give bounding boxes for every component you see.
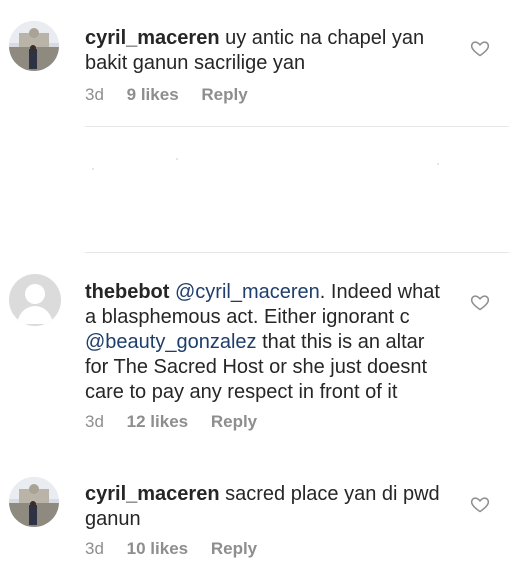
divider-speck bbox=[92, 168, 94, 170]
comment-likes[interactable]: 12 likes bbox=[127, 412, 188, 431]
comment-username[interactable]: cyril_maceren bbox=[85, 483, 220, 505]
avatar[interactable] bbox=[9, 274, 61, 326]
comment-time: 3d bbox=[85, 412, 104, 431]
comment-text: cyril_maceren uy antic na chapel yan bak… bbox=[85, 26, 447, 76]
heart-outline-icon[interactable] bbox=[470, 292, 490, 312]
comment-meta: 3d 10 likes Reply bbox=[85, 539, 275, 559]
mention-link[interactable]: @cyril_maceren bbox=[175, 281, 320, 303]
divider bbox=[85, 252, 509, 253]
avatar[interactable] bbox=[9, 477, 59, 527]
heart-outline-icon[interactable] bbox=[470, 38, 490, 58]
reply-button[interactable]: Reply bbox=[211, 412, 257, 431]
divider bbox=[85, 126, 509, 127]
heart-outline-icon[interactable] bbox=[470, 494, 490, 514]
comment-likes[interactable]: 9 likes bbox=[127, 85, 179, 104]
comment-username[interactable]: cyril_maceren bbox=[85, 27, 220, 49]
comment-text: thebebot @cyril_maceren. Indeed what a b… bbox=[85, 280, 447, 405]
comment-likes[interactable]: 10 likes bbox=[127, 539, 188, 558]
reply-button[interactable]: Reply bbox=[201, 85, 247, 104]
reply-button[interactable]: Reply bbox=[211, 539, 257, 558]
comment-text: cyril_maceren sacred place yan di pwd ga… bbox=[85, 482, 447, 532]
divider-speck bbox=[437, 163, 439, 165]
comment-username[interactable]: thebebot bbox=[85, 281, 169, 303]
comment-time: 3d bbox=[85, 539, 104, 558]
divider-speck bbox=[176, 158, 178, 160]
comment-meta: 3d 12 likes Reply bbox=[85, 412, 275, 432]
mention-link[interactable]: @beauty_gonzalez bbox=[85, 331, 257, 353]
comment-time: 3d bbox=[85, 85, 104, 104]
comment-meta: 3d 9 likes Reply bbox=[85, 85, 266, 105]
avatar[interactable] bbox=[9, 21, 59, 71]
